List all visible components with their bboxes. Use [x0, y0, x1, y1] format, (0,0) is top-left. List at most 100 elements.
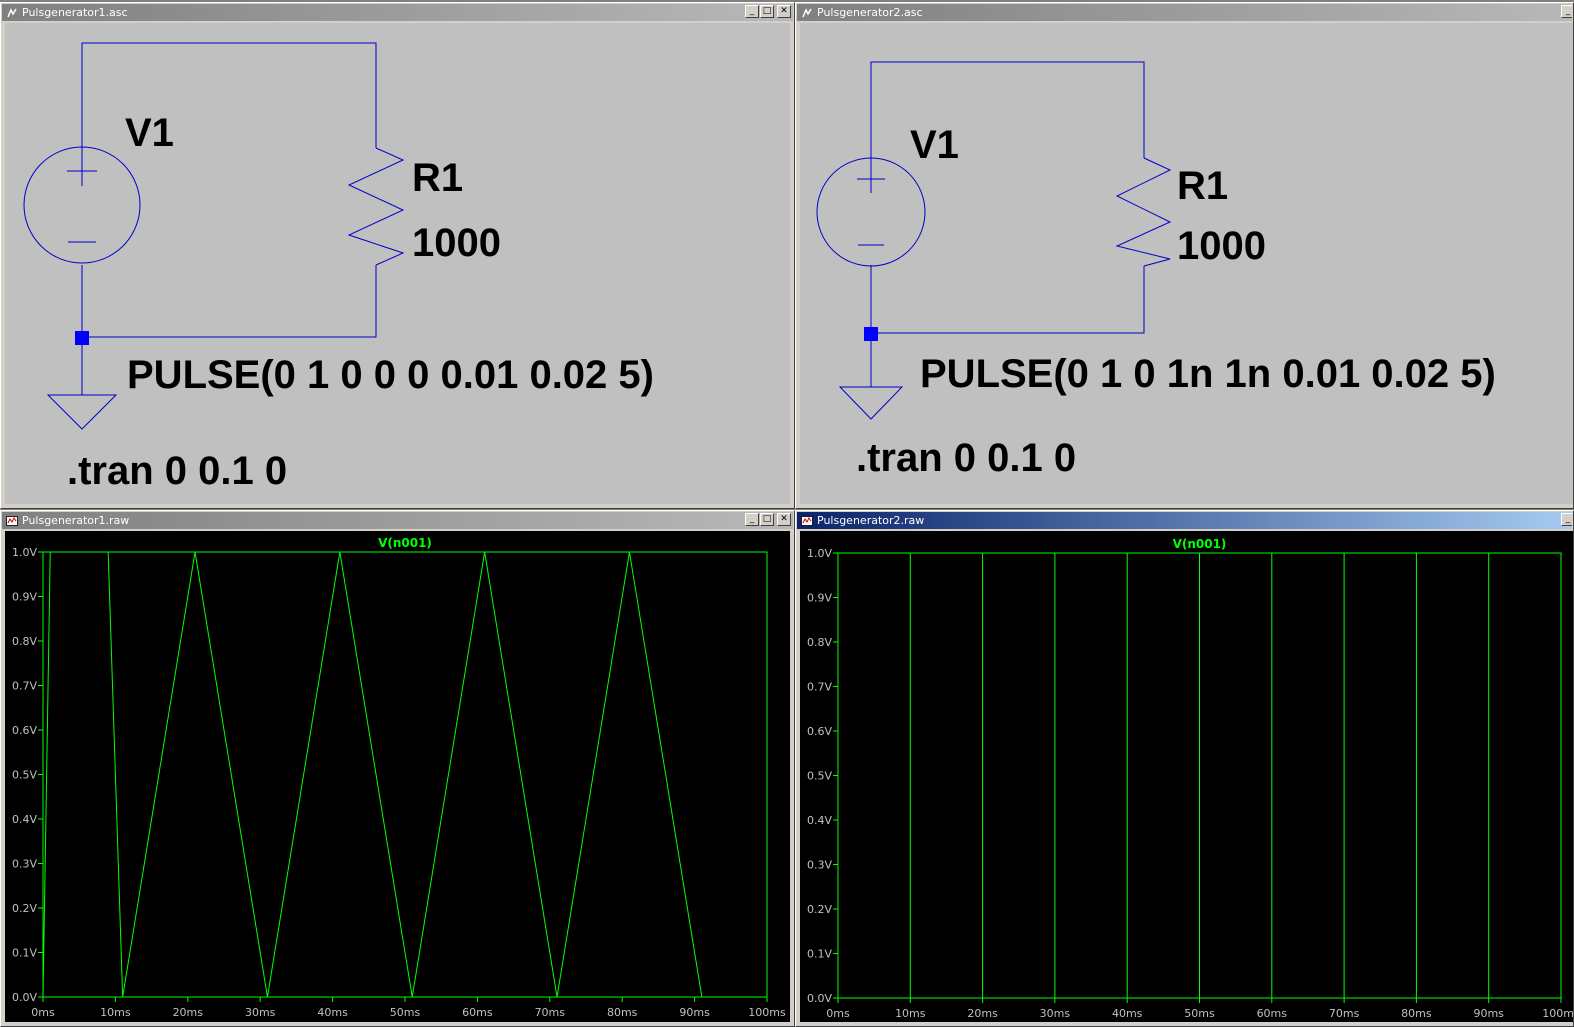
maximize-icon: □: [762, 514, 772, 524]
y-tick-label: 0.1V: [12, 947, 37, 960]
minimize-icon: _: [749, 514, 755, 524]
waveform-window-2[interactable]: Pulsgenerator2.raw _ □ 0.0V 0.1V 0.2V 0.3V 0…: [795, 510, 1574, 1027]
x-tick-label: 100ms: [748, 1006, 786, 1019]
plot-pane-2[interactable]: 0.0V 0.1V 0.2V 0.3V 0.4V 0.5V 0.6V 0.7V 0.8V 0.9V…: [800, 531, 1573, 1022]
x-tick-label: 10ms: [895, 1007, 926, 1020]
x-tick-label: 40ms: [317, 1006, 348, 1019]
minimize-button[interactable]: _: [1561, 513, 1572, 526]
schematic-canvas-1[interactable]: V1 R1 1000 PULSE(0 1 0 0 0 0.01 0.02 5) …: [5, 23, 790, 504]
x-tick-label: 60ms: [1257, 1007, 1288, 1020]
waveform-plot-1[interactable]: 0.0V 0.1V 0.2V 0.3V 0.4V 0.5V 0.6V 0.7V 0.8V 0.9V…: [5, 531, 790, 1022]
minimize-button[interactable]: _: [745, 5, 759, 18]
resistor-r1[interactable]: [347, 147, 405, 266]
ground-symbol[interactable]: [838, 386, 904, 420]
plot-title-trace-label: V(n001): [378, 536, 432, 550]
close-button[interactable]: ✕: [777, 513, 791, 526]
close-icon: ✕: [780, 6, 788, 16]
close-button[interactable]: ✕: [777, 5, 791, 18]
y-tick-label: 0.4V: [807, 814, 832, 827]
schematic-drawing-2: V1 R1 1000 PULSE(0 1 0 1n 1n 0.01 0.02 5…: [816, 61, 1496, 480]
y-tick-label: 0.9V: [12, 591, 37, 604]
x-tick-label: 90ms: [679, 1006, 710, 1019]
x-tick-label: 70ms: [1329, 1007, 1360, 1020]
y-tick-label: 0.1V: [807, 948, 832, 961]
close-icon: ✕: [780, 514, 788, 524]
schematic-canvas-2[interactable]: V1 R1 1000 PULSE(0 1 0 1n 1n 0.01 0.02 5…: [800, 23, 1573, 504]
y-tick-label: 0.2V: [807, 903, 832, 916]
waveform-window-icon: [801, 515, 813, 526]
x-tick-label: 0ms: [31, 1006, 55, 1019]
window-title: Pulsgenerator2.asc: [817, 6, 923, 19]
x-tick-label: 70ms: [535, 1006, 566, 1019]
minimize-icon: _: [1565, 6, 1571, 16]
wire-bottom[interactable]: [870, 265, 1145, 334]
resistor-r1[interactable]: [1115, 157, 1172, 267]
waveform-window-1[interactable]: Pulsgenerator1.raw _ □ ✕ 0.0V 0.1V 0.2V 0.3…: [0, 510, 795, 1027]
x-tick-label: 20ms: [173, 1006, 204, 1019]
ground-symbol[interactable]: [46, 394, 118, 430]
maximize-button[interactable]: □: [760, 5, 774, 18]
voltage-source-v1[interactable]: [23, 146, 141, 264]
source-value-label[interactable]: PULSE(0 1 0 0 0 0.01 0.02 5): [127, 353, 654, 397]
window-title: Pulsgenerator2.raw: [817, 514, 925, 527]
waveform-window-icon: [6, 515, 18, 526]
resistor-value-label[interactable]: 1000: [1177, 224, 1266, 268]
x-tick-label: 50ms: [1184, 1007, 1215, 1020]
minimize-icon: _: [1565, 514, 1571, 524]
x-tick-label: 30ms: [245, 1006, 276, 1019]
source-name-label[interactable]: V1: [125, 111, 174, 155]
plot-frame: [42, 551, 768, 998]
schematic-window-1-titlebar[interactable]: Pulsgenerator1.asc _ □ ✕: [2, 4, 793, 21]
schematic-window-icon: [7, 7, 17, 17]
source-value-label[interactable]: PULSE(0 1 0 1n 1n 0.01 0.02 5): [920, 352, 1496, 396]
schematic-window-2[interactable]: Pulsgenerator2.asc _ □ V1 R1 1000 PULSE(…: [795, 2, 1574, 509]
resistor-name-label[interactable]: R1: [1177, 164, 1228, 208]
plot-pane-1[interactable]: 0.0V 0.1V 0.2V 0.3V 0.4V 0.5V 0.6V 0.7V 0.8V 0.9V…: [5, 531, 790, 1022]
x-tick-label: 20ms: [967, 1007, 998, 1020]
wire-bottom[interactable]: [81, 265, 377, 338]
waveform-window-2-titlebar[interactable]: Pulsgenerator2.raw _ □: [797, 512, 1572, 529]
trace-v-n001: [837, 552, 1561, 999]
y-tick-label: 0.7V: [807, 681, 832, 694]
y-tick-label: 0.5V: [12, 769, 37, 782]
x-tick-label: 80ms: [607, 1006, 638, 1019]
minimize-button[interactable]: _: [1561, 5, 1572, 18]
source-name-label[interactable]: V1: [910, 123, 959, 167]
node-junction[interactable]: [75, 331, 89, 345]
y-tick-label: 0.5V: [807, 770, 832, 783]
y-tick-label: 0.6V: [807, 725, 832, 738]
plot-title-trace-label: V(n001): [1173, 537, 1227, 551]
schematic-window-2-titlebar[interactable]: Pulsgenerator2.asc _ □: [797, 4, 1572, 21]
voltage-source-v1[interactable]: [816, 157, 926, 267]
window-title: Pulsgenerator1.raw: [22, 514, 130, 527]
y-tick-label: 0.2V: [12, 902, 37, 915]
spice-directive[interactable]: .tran 0 0.1 0: [67, 449, 287, 493]
minimize-icon: _: [749, 6, 755, 16]
window-title: Pulsgenerator1.asc: [22, 6, 128, 19]
x-tick-label: 100ms: [1542, 1007, 1573, 1020]
x-tick-label: 40ms: [1112, 1007, 1143, 1020]
trace-v-n001: [42, 551, 703, 998]
y-tick-label: 0.8V: [12, 635, 37, 648]
waveform-plot-2[interactable]: 0.0V 0.1V 0.2V 0.3V 0.4V 0.5V 0.6V 0.7V 0.8V 0.9V…: [800, 531, 1573, 1022]
y-tick-label: 0.6V: [12, 724, 37, 737]
resistor-value-label[interactable]: 1000: [412, 221, 501, 265]
x-tick-label: 10ms: [100, 1006, 131, 1019]
y-tick-label: 0.4V: [12, 813, 37, 826]
x-tick-label: 60ms: [462, 1006, 493, 1019]
x-tick-label: 30ms: [1040, 1007, 1071, 1020]
y-tick-label: 0.0V: [807, 992, 832, 1005]
y-tick-label: 1.0V: [12, 546, 37, 559]
y-tick-label: 1.0V: [807, 547, 832, 560]
node-junction[interactable]: [864, 327, 878, 341]
schematic-window-1[interactable]: Pulsgenerator1.asc _ □ ✕ V1 R1 1000 PULS…: [0, 2, 795, 509]
waveform-window-1-titlebar[interactable]: Pulsgenerator1.raw _ □ ✕: [2, 512, 793, 529]
y-tick-label: 0.3V: [807, 859, 832, 872]
y-tick-label: 0.0V: [12, 991, 37, 1004]
spice-directive[interactable]: .tran 0 0.1 0: [856, 436, 1076, 480]
minimize-button[interactable]: _: [745, 513, 759, 526]
maximize-button[interactable]: □: [760, 513, 774, 526]
resistor-name-label[interactable]: R1: [412, 156, 463, 200]
y-tick-label: 0.8V: [807, 636, 832, 649]
x-tick-label: 0ms: [826, 1007, 850, 1020]
